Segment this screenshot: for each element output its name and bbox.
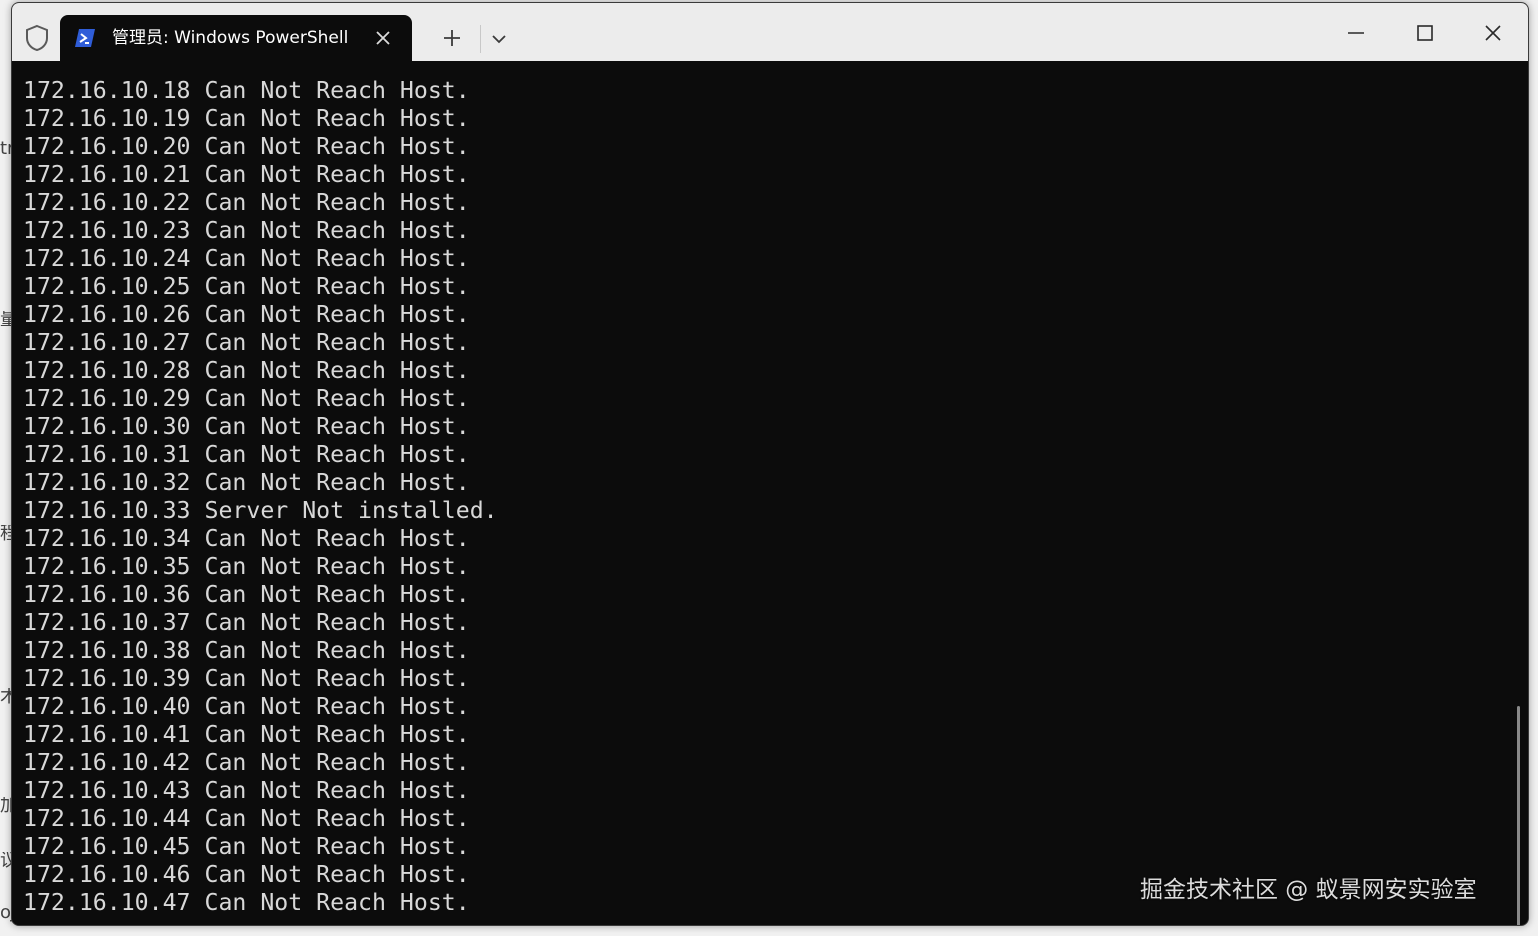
terminal-line: 172.16.10.34 Can Not Reach Host. <box>23 525 470 552</box>
terminal-line: 172.16.10.32 Can Not Reach Host. <box>23 469 470 496</box>
terminal-line: 172.16.10.39 Can Not Reach Host. <box>23 665 470 692</box>
terminal-line: 172.16.10.40 Can Not Reach Host. <box>23 693 470 720</box>
toolbar-divider <box>480 25 481 53</box>
terminal-line: 172.16.10.37 Can Not Reach Host. <box>23 609 470 636</box>
terminal-line: 172.16.10.44 Can Not Reach Host. <box>23 805 470 832</box>
terminal-line: 172.16.10.30 Can Not Reach Host. <box>23 413 470 440</box>
terminal-line: 172.16.10.26 Can Not Reach Host. <box>23 301 470 328</box>
terminal-output-area[interactable]: 172.16.10.18 Can Not Reach Host. 172.16.1… <box>12 61 1528 925</box>
terminal-line: 172.16.10.42 Can Not Reach Host. <box>23 749 470 776</box>
terminal-line: 172.16.10.41 Can Not Reach Host. <box>23 721 470 748</box>
tab-title: 管理员: Windows PowerShell <box>112 28 349 48</box>
terminal-output: 172.16.10.18 Can Not Reach Host. 172.16.1… <box>23 77 498 917</box>
terminal-line: 172.16.10.33 Server Not installed. <box>23 497 498 524</box>
minimize-icon[interactable] <box>1338 17 1374 49</box>
terminal-window: 管理员: Windows PowerShell 172.16.10.18 Can… <box>11 2 1529 926</box>
terminal-line: 172.16.10.36 Can Not Reach Host. <box>23 581 470 608</box>
terminal-line: 172.16.10.29 Can Not Reach Host. <box>23 385 470 412</box>
terminal-line: 172.16.10.19 Can Not Reach Host. <box>23 105 470 132</box>
terminal-line: 172.16.10.46 Can Not Reach Host. <box>23 861 470 888</box>
terminal-line: 172.16.10.43 Can Not Reach Host. <box>23 777 470 804</box>
maximize-icon[interactable] <box>1407 17 1443 49</box>
close-icon[interactable] <box>373 28 393 48</box>
terminal-line: 172.16.10.23 Can Not Reach Host. <box>23 217 470 244</box>
terminal-line: 172.16.10.28 Can Not Reach Host. <box>23 357 470 384</box>
terminal-line: 172.16.10.18 Can Not Reach Host. <box>23 77 470 104</box>
terminal-line: 172.16.10.22 Can Not Reach Host. <box>23 189 470 216</box>
terminal-line: 172.16.10.31 Can Not Reach Host. <box>23 441 470 468</box>
chevron-down-icon[interactable] <box>486 28 512 50</box>
watermark-text: 掘金技术社区 @ 蚁景网安实验室 <box>1140 877 1477 903</box>
vertical-scrollbar[interactable] <box>1517 706 1520 925</box>
tab-powershell[interactable]: 管理员: Windows PowerShell <box>60 15 412 61</box>
terminal-line: 172.16.10.38 Can Not Reach Host. <box>23 637 470 664</box>
desktop-background: tr 量 程 术 加 议 oJ 管理员: Windows PowerShell <box>0 0 1538 936</box>
terminal-line: 172.16.10.27 Can Not Reach Host. <box>23 329 470 356</box>
terminal-line: 172.16.10.45 Can Not Reach Host. <box>23 833 470 860</box>
plus-icon[interactable] <box>438 26 466 50</box>
title-bar[interactable]: 管理员: Windows PowerShell <box>12 3 1528 61</box>
terminal-line: 172.16.10.24 Can Not Reach Host. <box>23 245 470 272</box>
powershell-icon <box>75 29 95 47</box>
close-icon[interactable] <box>1475 17 1511 49</box>
terminal-line: 172.16.10.25 Can Not Reach Host. <box>23 273 470 300</box>
terminal-line: 172.16.10.21 Can Not Reach Host. <box>23 161 470 188</box>
terminal-line: 172.16.10.47 Can Not Reach Host. <box>23 889 470 916</box>
terminal-line: 172.16.10.20 Can Not Reach Host. <box>23 133 470 160</box>
terminal-line: 172.16.10.35 Can Not Reach Host. <box>23 553 470 580</box>
shield-icon <box>26 24 48 52</box>
